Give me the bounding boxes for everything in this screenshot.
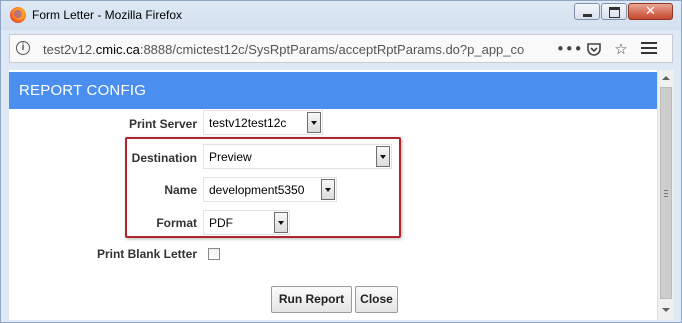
scroll-down-icon[interactable] — [662, 308, 670, 312]
minimize-button[interactable] — [574, 3, 600, 20]
scroll-thumb[interactable] — [660, 87, 672, 299]
grip-line — [664, 196, 668, 197]
print-server-label: Print Server — [128, 117, 197, 131]
browser-window: Form Letter - Mozilla Firefox ✕ i test2v… — [0, 0, 682, 323]
maximize-icon — [609, 7, 620, 18]
grip-line — [664, 190, 668, 191]
address-bar[interactable]: i test2v12.cmic.ca:8888/cmictest12c/SysR… — [9, 34, 673, 63]
url-host: cmic.ca — [95, 42, 140, 57]
close-button[interactable]: Close — [355, 286, 398, 313]
more-actions-icon[interactable]: ••• — [556, 39, 583, 59]
info-icon[interactable]: i — [16, 41, 30, 55]
pocket-icon[interactable] — [584, 39, 604, 59]
minimize-icon — [583, 14, 592, 17]
chevron-down-icon[interactable] — [307, 112, 321, 133]
hamburger-menu-icon[interactable] — [641, 40, 657, 56]
run-report-button[interactable]: Run Report — [271, 286, 352, 313]
url-prefix: test2v12. — [43, 42, 96, 57]
print-blank-letter-checkbox[interactable] — [208, 248, 220, 260]
header-band: REPORT CONFIG — [9, 72, 657, 109]
close-window-button[interactable]: ✕ — [628, 3, 673, 20]
print-blank-letter-label: Print Blank Letter — [96, 247, 197, 261]
print-server-value: testv12test12c — [209, 116, 287, 130]
url-text[interactable]: test2v12.cmic.ca:8888/cmictest12c/SysRpt… — [43, 42, 551, 57]
title-bar: Form Letter - Mozilla Firefox ✕ — [1, 1, 681, 30]
bookmark-star-icon[interactable]: ☆ — [611, 39, 631, 59]
url-path: :8888/cmictest12c/SysRptParams/acceptRpt… — [139, 42, 525, 57]
grip-line — [664, 193, 668, 194]
url-fade — [520, 37, 552, 60]
maximize-button[interactable] — [601, 3, 627, 20]
window-title: Form Letter - Mozilla Firefox — [32, 8, 183, 22]
highlight-annotation — [125, 137, 401, 238]
report-config-page: REPORT CONFIG Print Server testv12test12… — [9, 70, 657, 320]
vertical-scrollbar[interactable] — [657, 70, 674, 320]
close-icon: ✕ — [645, 4, 656, 19]
print-server-select[interactable]: testv12test12c — [203, 110, 323, 135]
page-title: REPORT CONFIG — [19, 82, 147, 99]
scroll-up-icon[interactable] — [662, 76, 670, 80]
firefox-logo-icon — [10, 7, 26, 23]
